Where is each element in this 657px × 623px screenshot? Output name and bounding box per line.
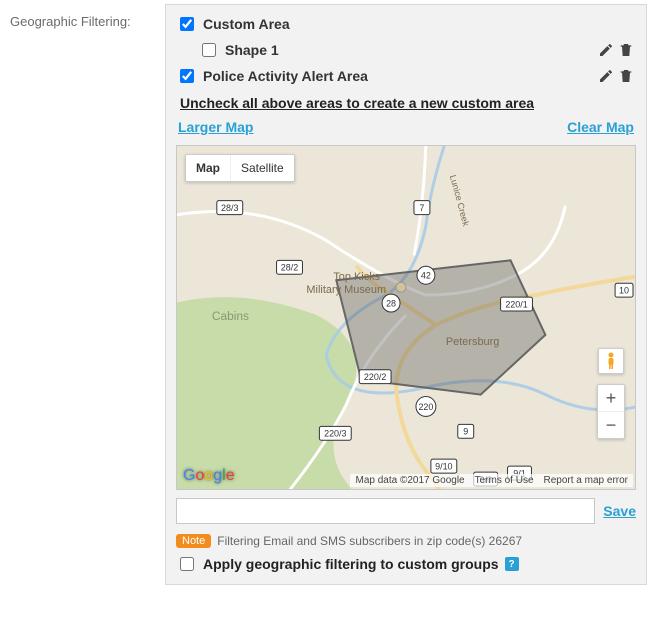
note-text: Filtering Email and SMS subscribers in z… [217, 534, 522, 548]
area-shape1: Shape 1 [198, 37, 636, 63]
svg-text:28/2: 28/2 [281, 263, 298, 273]
svg-text:28: 28 [386, 298, 396, 308]
area-shape1-checkbox[interactable] [202, 43, 216, 57]
trash-icon[interactable] [616, 66, 636, 86]
edit-icon[interactable] [596, 66, 616, 86]
area-police-checkbox[interactable] [180, 69, 194, 83]
svg-text:Petersburg: Petersburg [446, 336, 500, 348]
area-custom-label: Custom Area [203, 16, 290, 32]
clear-map-link[interactable]: Clear Map [567, 119, 634, 135]
apply-custom-groups-checkbox[interactable] [180, 557, 194, 571]
svg-text:Military Museum: Military Museum [306, 284, 386, 296]
google-logo: Google [183, 467, 235, 485]
svg-text:28/3: 28/3 [221, 203, 238, 213]
note-badge: Note [176, 534, 211, 548]
svg-text:Top Kicks: Top Kicks [333, 271, 380, 283]
svg-text:220/2: 220/2 [364, 372, 386, 382]
map-type-satellite[interactable]: Satellite [230, 155, 294, 181]
report-error-link[interactable]: Report a map error [539, 474, 633, 487]
area-name-input[interactable] [176, 498, 595, 524]
map-type-map[interactable]: Map [186, 155, 230, 181]
area-police: Police Activity Alert Area [176, 63, 636, 89]
terms-link[interactable]: Terms of Use [470, 474, 539, 487]
map-attribution: Map data ©2017 Google Terms of Use Repor… [350, 474, 633, 487]
new-area-hint: Uncheck all above areas to create a new … [180, 95, 636, 111]
svg-text:42: 42 [421, 271, 431, 281]
area-shape1-label: Shape 1 [225, 42, 279, 58]
svg-text:9: 9 [463, 427, 468, 437]
svg-text:220/3: 220/3 [324, 429, 346, 439]
svg-text:Cabins: Cabins [212, 309, 249, 323]
svg-text:9/10: 9/10 [435, 461, 452, 471]
zoom-control: + − [597, 384, 625, 439]
zoom-in-button[interactable]: + [598, 385, 624, 411]
trash-icon[interactable] [616, 40, 636, 60]
zoom-out-button[interactable]: − [598, 412, 624, 438]
map-canvas: Cabins Petersburg Top Kicks Military Mus… [177, 146, 635, 489]
svg-text:7: 7 [419, 203, 424, 213]
svg-text:10: 10 [619, 286, 629, 296]
area-custom-checkbox[interactable] [180, 17, 194, 31]
larger-map-link[interactable]: Larger Map [178, 119, 253, 135]
pegman-icon[interactable] [598, 348, 624, 374]
note-row: Note Filtering Email and SMS subscribers… [176, 534, 636, 548]
geo-filter-panel: Custom Area Shape 1 Police Activity Aler… [165, 4, 647, 585]
help-icon[interactable]: ? [505, 557, 519, 571]
apply-custom-groups-label: Apply geographic filtering to custom gro… [203, 556, 499, 572]
map-type-control: Map Satellite [185, 154, 295, 182]
map-data-text: Map data ©2017 Google [350, 474, 469, 487]
map[interactable]: Cabins Petersburg Top Kicks Military Mus… [176, 145, 636, 490]
svg-text:220: 220 [418, 402, 433, 412]
save-link[interactable]: Save [603, 503, 636, 519]
area-police-label: Police Activity Alert Area [203, 68, 368, 84]
edit-icon[interactable] [596, 40, 616, 60]
svg-text:220/1: 220/1 [505, 299, 527, 309]
section-label: Geographic Filtering: [10, 4, 165, 29]
area-custom: Custom Area [176, 11, 636, 37]
